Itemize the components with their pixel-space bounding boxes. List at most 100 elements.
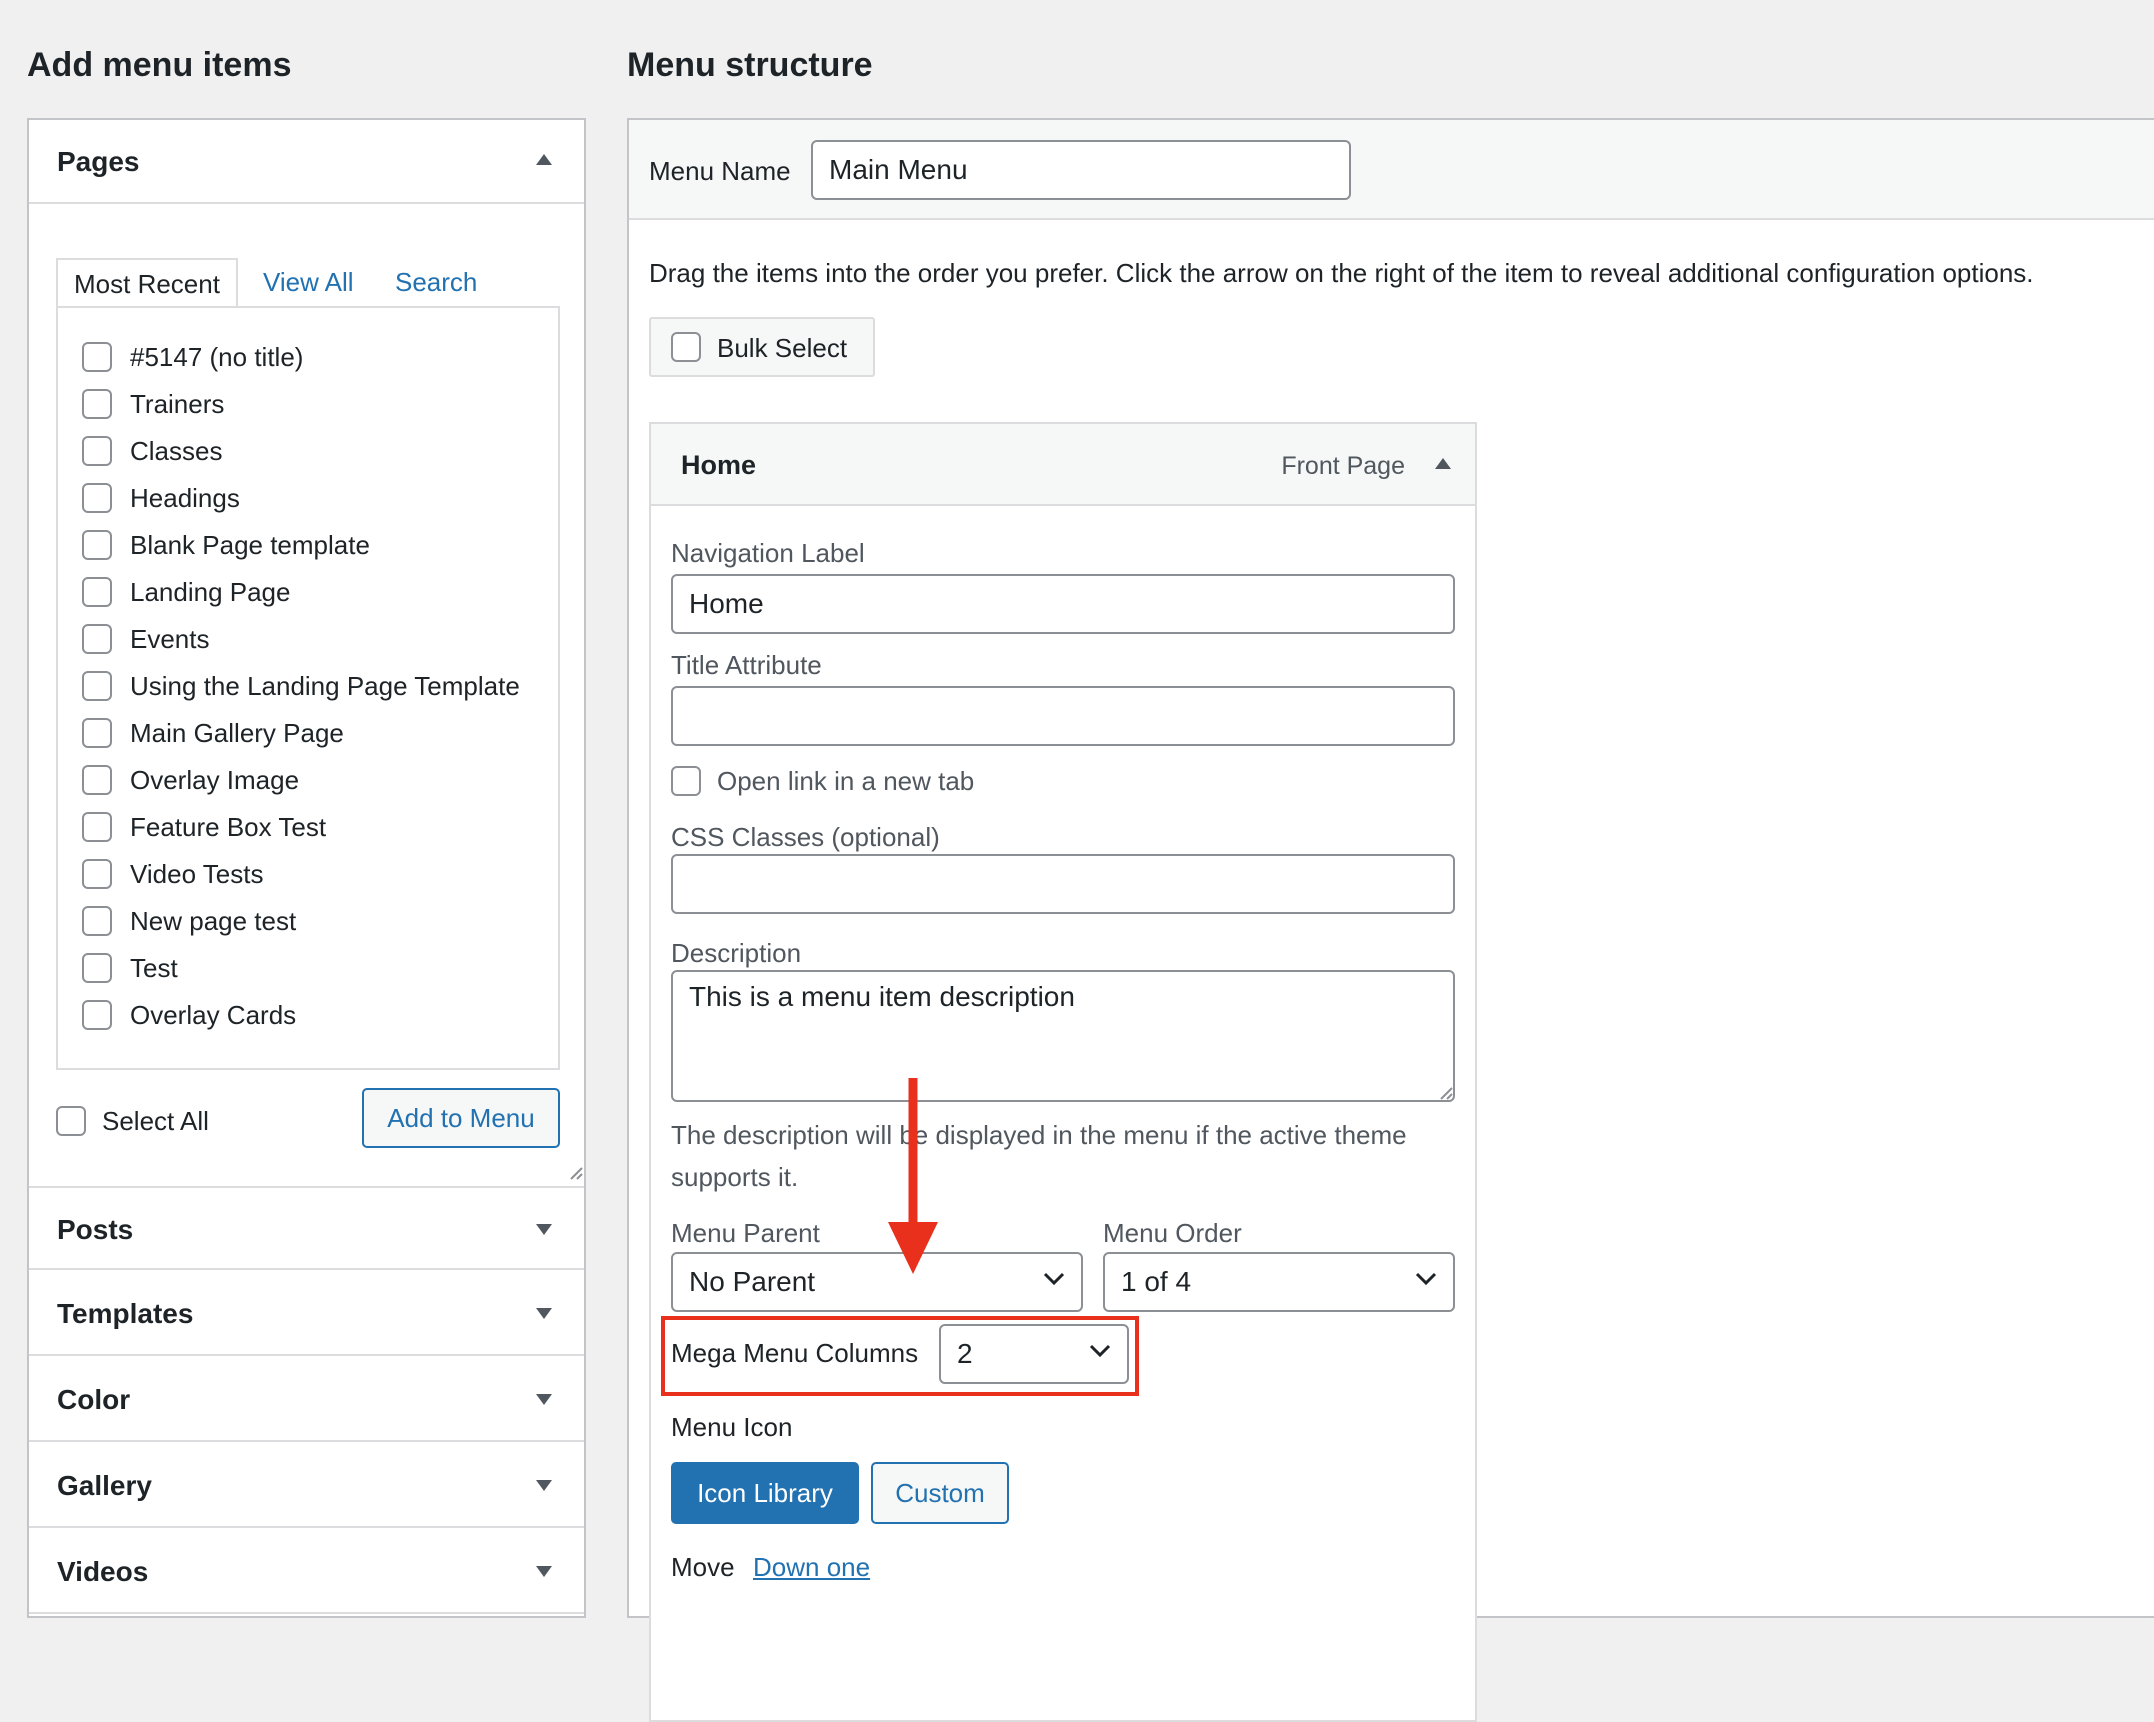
menu-parent-value: No Parent: [689, 1266, 816, 1297]
title-attribute-input[interactable]: [671, 686, 1455, 746]
page-checkbox[interactable]: [82, 577, 112, 607]
description-label: Description: [671, 938, 802, 968]
page-checkbox[interactable]: [82, 953, 112, 983]
pages-section-header[interactable]: Pages: [29, 120, 584, 204]
page-checkbox[interactable]: [82, 342, 112, 372]
page-label: Test: [130, 953, 178, 983]
page-checkbox[interactable]: [82, 906, 112, 936]
tab-view-all[interactable]: View All: [263, 258, 354, 308]
menu-structure-heading: Menu structure: [627, 46, 873, 84]
bulk-select-checkbox[interactable]: [671, 332, 701, 362]
nav-label-label: Navigation Label: [671, 538, 865, 568]
section-title: Videos: [57, 1556, 149, 1587]
page-checkbox[interactable]: [82, 671, 112, 701]
page-checkbox[interactable]: [82, 483, 112, 513]
collapse-arrow-icon[interactable]: [1435, 458, 1451, 469]
menu-item-type: Front Page: [1281, 452, 1405, 480]
page-label: New page test: [130, 906, 297, 936]
icon-library-button[interactable]: Icon Library: [671, 1462, 859, 1524]
section-title: Posts: [57, 1214, 134, 1245]
menu-structure-panel: Menu Name Main Menu Drag the items into …: [627, 118, 2154, 1722]
description-help-line2: supports it.: [671, 1162, 799, 1192]
menu-name-label: Menu Name: [649, 156, 791, 186]
nav-label-input[interactable]: Home: [671, 574, 1455, 634]
expand-arrow-icon[interactable]: [536, 1224, 552, 1235]
menu-order-label: Menu Order: [1103, 1218, 1242, 1248]
page-label: Video Tests: [130, 859, 264, 889]
title-attribute-label: Title Attribute: [671, 650, 822, 680]
videos-section-header[interactable]: Videos: [29, 1530, 584, 1614]
section-title: Templates: [57, 1298, 194, 1329]
page-checkbox[interactable]: [82, 765, 112, 795]
page-label: Blank Page template: [130, 530, 370, 560]
bulk-select-button[interactable]: Bulk Select: [649, 317, 875, 377]
annotation-arrow-icon: [888, 1078, 938, 1274]
menu-item-title: Home: [681, 450, 757, 480]
menu-icon-label: Menu Icon: [671, 1412, 793, 1442]
page-label: Overlay Image: [130, 765, 300, 795]
posts-section-header[interactable]: Posts: [29, 1186, 584, 1270]
resize-handle-icon[interactable]: [569, 1166, 583, 1180]
menu-item-header[interactable]: Home Front Page: [651, 424, 1475, 506]
page-label: Landing Page: [130, 577, 291, 607]
menu-name-bar: Menu Name Main Menu: [629, 120, 2154, 220]
page-checkbox[interactable]: [82, 718, 112, 748]
page-checkbox[interactable]: [82, 1000, 112, 1030]
page-label: Overlay Cards: [130, 1000, 297, 1030]
page-label: Events: [130, 624, 210, 654]
menu-parent-select[interactable]: No Parent: [671, 1252, 1083, 1312]
move-label: Move: [671, 1552, 735, 1582]
page-label: Main Gallery Page: [130, 718, 344, 748]
highlight-box: [661, 1316, 1139, 1396]
page-label: Classes: [130, 436, 223, 466]
page-checkbox[interactable]: [82, 812, 112, 842]
css-classes-input[interactable]: [671, 854, 1455, 914]
page-label: Headings: [130, 483, 240, 513]
expand-arrow-icon[interactable]: [536, 1394, 552, 1405]
add-to-menu-button[interactable]: Add to Menu: [362, 1088, 560, 1148]
color-section-header[interactable]: Color: [29, 1358, 584, 1442]
page-checkbox[interactable]: [82, 530, 112, 560]
custom-icon-button[interactable]: Custom: [871, 1462, 1009, 1524]
menu-name-input[interactable]: Main Menu: [811, 140, 1351, 200]
templates-section-header[interactable]: Templates: [29, 1272, 584, 1356]
page-checkbox[interactable]: [82, 389, 112, 419]
tab-most-recent[interactable]: Most Recent: [56, 258, 238, 308]
select-all-label: Select All: [102, 1106, 209, 1136]
expand-arrow-icon[interactable]: [536, 1308, 552, 1319]
expand-arrow-icon[interactable]: [536, 1480, 552, 1491]
menu-parent-label: Menu Parent: [671, 1218, 820, 1248]
new-tab-checkbox[interactable]: [671, 766, 701, 796]
page-label: Feature Box Test: [130, 812, 327, 842]
chevron-down-icon: [1415, 1272, 1437, 1286]
resize-handle-icon[interactable]: [1439, 1086, 1453, 1100]
bulk-select-label: Bulk Select: [717, 333, 848, 363]
page-checkbox[interactable]: [82, 436, 112, 466]
menu-order-select[interactable]: 1 of 4: [1103, 1252, 1455, 1312]
menu-order-value: 1 of 4: [1121, 1266, 1192, 1297]
page-label: Using the Landing Page Template: [130, 671, 520, 701]
description-textarea[interactable]: This is a menu item description: [671, 970, 1455, 1102]
add-menu-items-panel: Pages Most Recent View All Search #5147 …: [27, 118, 586, 1618]
gallery-section-header[interactable]: Gallery: [29, 1444, 584, 1528]
expand-arrow-icon[interactable]: [536, 1566, 552, 1577]
select-all-checkbox[interactable]: [56, 1106, 86, 1136]
move-down-one-link[interactable]: Down one: [753, 1552, 870, 1583]
new-tab-label: Open link in a new tab: [717, 766, 975, 796]
collapse-arrow-icon[interactable]: [536, 154, 552, 165]
page-checkbox[interactable]: [82, 859, 112, 889]
page-label: Trainers: [130, 389, 225, 419]
section-title: Gallery: [57, 1470, 152, 1501]
page-label: #5147 (no title): [130, 342, 304, 372]
page-checkbox[interactable]: [82, 624, 112, 654]
chevron-down-icon: [1043, 1272, 1065, 1286]
pages-section-title: Pages: [57, 146, 140, 177]
description-help-line1: The description will be displayed in the…: [671, 1120, 1407, 1150]
section-title: Color: [57, 1384, 131, 1415]
tab-search[interactable]: Search: [395, 258, 477, 308]
menu-instructions: Drag the items into the order you prefer…: [649, 258, 2034, 288]
css-classes-label: CSS Classes (optional): [671, 822, 940, 852]
add-menu-items-heading: Add menu items: [27, 46, 292, 84]
menu-item-home: Home Front Page Navigation Label Home Ti…: [649, 422, 1477, 1722]
pages-checklist: #5147 (no title) Trainers Classes Headin…: [56, 306, 560, 1070]
